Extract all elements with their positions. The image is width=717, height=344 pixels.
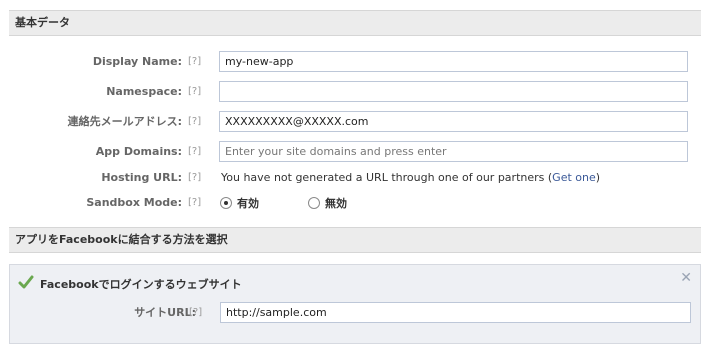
sandbox-enabled-label: 有効 [237,197,259,210]
namespace-help-link[interactable]: [?] [188,80,201,104]
display-name-row: Display Name: [?] my-new-app [0,50,717,74]
sandbox-enabled-radio[interactable]: 有効 [220,191,259,215]
display-name-input[interactable]: my-new-app [219,51,688,72]
site-url-help-link[interactable]: [?] [189,301,202,325]
hosting-url-text: You have not generated a URL through one… [221,166,600,190]
sandbox-mode-label: Sandbox Mode: [86,196,182,209]
radio-selected-icon [220,197,232,209]
sandbox-mode-help-link[interactable]: [?] [188,191,201,215]
hosting-url-help-link[interactable]: [?] [188,166,201,190]
website-login-panel: Facebookでログインするウェブサイト ✕ サイトURL: [?] http… [9,264,701,344]
hosting-url-suffix: ) [595,171,601,184]
namespace-row: Namespace: [?] [0,80,717,104]
close-icon[interactable]: ✕ [680,270,692,286]
radio-unselected-icon [308,197,320,209]
website-login-title: Facebookでログインするウェブサイト [40,278,242,291]
sandbox-disabled-label: 無効 [325,197,347,210]
basic-data-header: 基本データ [9,10,701,36]
hosting-url-row: Hosting URL: [?] You have not generated … [0,166,717,190]
namespace-input[interactable] [219,81,688,102]
site-url-input[interactable]: http://sample.com [220,302,691,323]
display-name-label: Display Name: [92,55,182,68]
site-url-row: サイトURL: [?] http://sample.com [10,301,702,325]
sandbox-disabled-radio[interactable]: 無効 [308,191,347,215]
contact-email-help-link[interactable]: [?] [188,110,201,134]
contact-email-input[interactable]: XXXXXXXXX@XXXXX.com [219,111,688,132]
contact-email-row: 連絡先メールアドレス: [?] XXXXXXXXX@XXXXX.com [0,110,717,134]
app-domains-label: App Domains: [95,145,182,158]
app-domains-input[interactable]: Enter your site domains and press enter [219,141,688,162]
namespace-label: Namespace: [106,85,182,98]
hosting-url-label: Hosting URL: [101,171,182,184]
hosting-url-message: You have not generated a URL through one… [221,171,553,184]
display-name-help-link[interactable]: [?] [188,50,201,74]
site-url-label: サイトURL: [134,306,196,319]
check-icon [18,275,34,289]
get-one-link[interactable]: Get one [552,171,596,184]
integration-header: アプリをFacebookに結合する方法を選択 [9,227,701,253]
sandbox-mode-row: Sandbox Mode: [?] 有効 無効 [0,191,717,215]
app-domains-row: App Domains: [?] Enter your site domains… [0,140,717,164]
app-domains-help-link[interactable]: [?] [188,140,201,164]
contact-email-label: 連絡先メールアドレス: [67,115,182,128]
